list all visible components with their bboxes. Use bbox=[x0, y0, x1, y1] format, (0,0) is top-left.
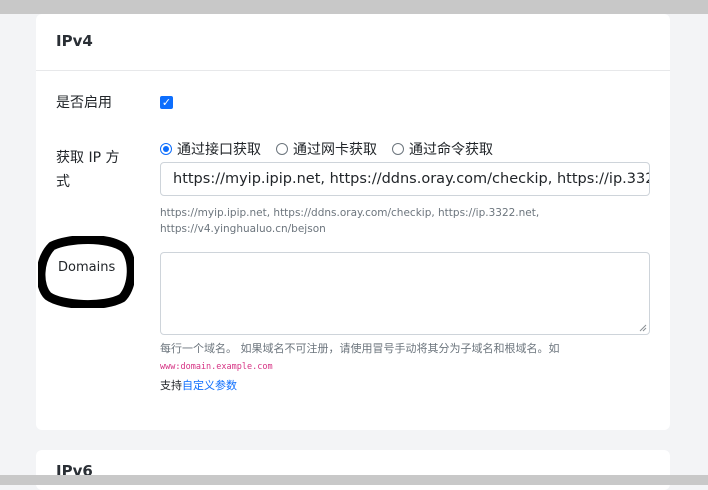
top-edge bbox=[0, 0, 708, 14]
domains-label: Domains bbox=[58, 260, 116, 275]
radio-api[interactable] bbox=[160, 143, 172, 155]
method-label: 获取 IP 方式 bbox=[56, 150, 120, 190]
check-icon: ✓ bbox=[161, 96, 172, 109]
radio-command[interactable] bbox=[392, 143, 404, 155]
radio-api-label[interactable]: 通过接口获取 bbox=[177, 139, 261, 159]
radio-nic-label[interactable]: 通过网卡获取 bbox=[293, 139, 377, 159]
domains-textarea[interactable] bbox=[160, 252, 650, 335]
support-prefix: 支持 bbox=[160, 379, 182, 392]
support-line: 支持自定义参数 bbox=[160, 378, 237, 394]
domains-label-annotated: Domains bbox=[38, 236, 134, 308]
custom-params-link[interactable]: 自定义参数 bbox=[182, 379, 237, 392]
domains-example: www:domain.example.com bbox=[160, 362, 273, 372]
enable-checkbox[interactable]: ✓ bbox=[160, 96, 173, 109]
radio-command-label[interactable]: 通过命令获取 bbox=[409, 139, 493, 159]
radio-nic[interactable] bbox=[276, 143, 288, 155]
resize-grip-icon[interactable] bbox=[639, 324, 647, 332]
url-input[interactable]: https://myip.ipip.net, https://ddns.oray… bbox=[160, 162, 650, 196]
ipv4-title: IPv4 bbox=[56, 32, 93, 50]
domains-hint: 每行一个域名。 如果域名不可注册，请使用冒号手动将其分为子域名和根域名。如 bbox=[160, 342, 560, 355]
bottom-edge bbox=[0, 475, 708, 485]
ipv4-card: IPv4 是否启用 ✓ 获取 IP 方式 通过接口获取 通过网卡获取 通过命令获… bbox=[36, 14, 670, 430]
method-radio-group: 通过接口获取 通过网卡获取 通过命令获取 bbox=[160, 138, 508, 160]
ipv4-card-header: IPv4 bbox=[36, 14, 670, 71]
url-hint: https://myip.ipip.net, https://ddns.oray… bbox=[160, 207, 540, 235]
enable-label: 是否启用 bbox=[56, 95, 112, 111]
